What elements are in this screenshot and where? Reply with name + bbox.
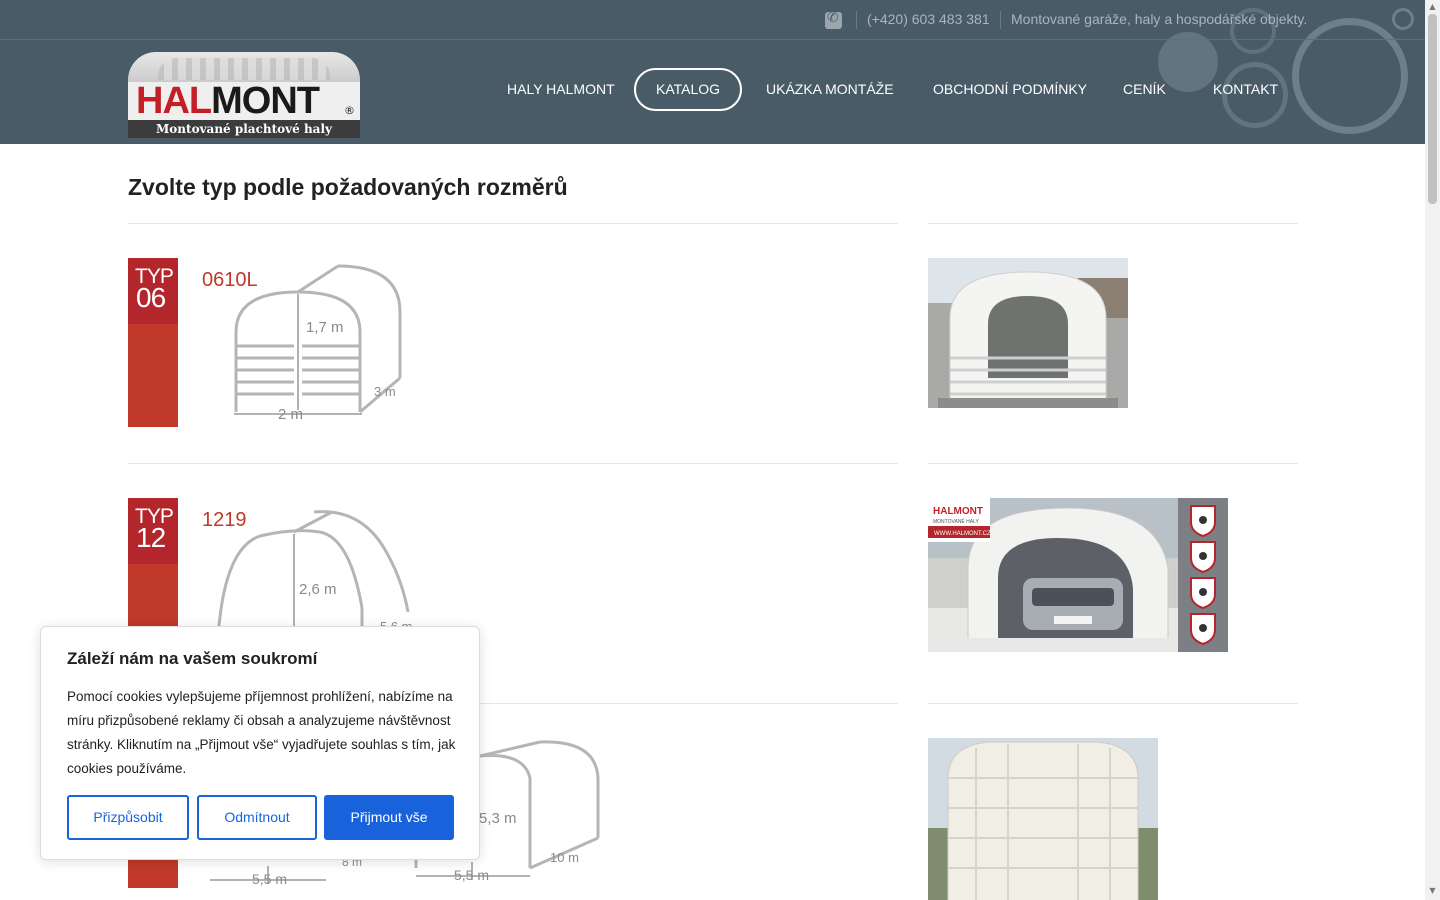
dim-width-a: 5,5 m — [252, 871, 287, 887]
divider — [928, 703, 1298, 704]
cookie-title: Záleží nám na vašem soukromí — [67, 649, 318, 668]
drawing-0610l[interactable]: 1,7 m 2 m 3 m — [228, 262, 418, 422]
photo-0610l[interactable] — [928, 258, 1128, 408]
drawing-1219[interactable]: 2,6 m 5,6 m — [210, 508, 430, 638]
photo-third[interactable] — [928, 738, 1158, 900]
dim-height: 1,7 m — [306, 319, 344, 336]
dim-length-b: 10 m — [550, 850, 579, 865]
nav-katalog[interactable]: KATALOG — [634, 68, 743, 111]
divider — [128, 223, 898, 224]
cookie-consent-dialog: Záleží nám na vašem soukromí Pomocí cook… — [40, 626, 480, 860]
halmont-logo[interactable]: HALMONT ® Montované plachtové haly — [128, 52, 360, 138]
scroll-down-arrow-icon[interactable]: ▼ — [1428, 886, 1437, 895]
page-scrollbar[interactable]: ▲ ▼ — [1425, 0, 1440, 900]
typ-number: 12 — [136, 522, 166, 553]
banner-url: WWW.HALMONT.CZ — [934, 531, 991, 537]
dim-width: 2 m — [278, 406, 303, 422]
nav-kontakt[interactable]: KONTAKT — [1213, 68, 1278, 111]
divider — [1000, 11, 1001, 29]
nav-obchodni-podminky[interactable]: OBCHODNÍ PODMÍNKY — [933, 68, 1087, 111]
typ-badge-06[interactable]: TYP 06 — [128, 258, 178, 427]
reject-button[interactable]: Odmítnout — [197, 795, 317, 840]
photo-1219-banner[interactable]: HALMONT MONTOVANÉ HALY WWW.HALMONT.CZ — [928, 498, 1228, 652]
site-header: (+420) 603 483 381 Montované garáže, hal… — [0, 0, 1425, 144]
phone-icon — [825, 10, 842, 29]
logo-subtitle: Montované plachtové haly — [128, 120, 360, 138]
dim-height: 5,3 m — [479, 810, 517, 827]
dim-width-b: 5,5 m — [454, 867, 489, 883]
cookie-text: Pomocí cookies vylepšujeme příjemnost pr… — [67, 689, 456, 776]
divider — [856, 11, 857, 29]
nav-haly-halmont[interactable]: HALY HALMONT — [507, 68, 615, 111]
phone-number[interactable]: (+420) 603 483 381 — [867, 11, 990, 27]
customize-button[interactable]: Přizpůsobit — [67, 795, 189, 840]
banner-brand: HALMONT — [933, 506, 983, 517]
logo-name: HALMONT — [136, 80, 320, 123]
tagline: Montované garáže, haly a hospodářské obj… — [1011, 11, 1308, 27]
dim-length: 3 m — [374, 384, 396, 399]
accept-all-button[interactable]: Přijmout vše — [324, 795, 454, 840]
logo-name-black: MONT — [211, 80, 320, 122]
scroll-up-arrow-icon[interactable]: ▲ — [1428, 2, 1437, 11]
page-title: Zvolte typ podle požadovaných rozměrů — [128, 174, 568, 200]
dim-height: 2,6 m — [299, 581, 337, 598]
divider — [928, 463, 1298, 464]
top-bar: (+420) 603 483 381 Montované garáže, hal… — [0, 0, 1425, 40]
logo-name-red: HAL — [136, 80, 212, 122]
typ-badge-head: TYP 06 — [128, 258, 178, 324]
typ-badge-head: TYP 12 — [128, 498, 178, 564]
nav-ukazka-montaze[interactable]: UKÁZKA MONTÁŽE — [766, 68, 894, 111]
divider — [128, 463, 898, 464]
divider — [928, 223, 1298, 224]
logo-reg-mark: ® — [344, 104, 355, 117]
scrollbar-thumb[interactable] — [1428, 14, 1437, 204]
typ-number: 06 — [136, 282, 166, 313]
nav-cenik[interactable]: CENÍK — [1123, 68, 1166, 111]
banner-sub: MONTOVANÉ HALY — [933, 518, 980, 525]
decor-circle — [1158, 32, 1218, 92]
